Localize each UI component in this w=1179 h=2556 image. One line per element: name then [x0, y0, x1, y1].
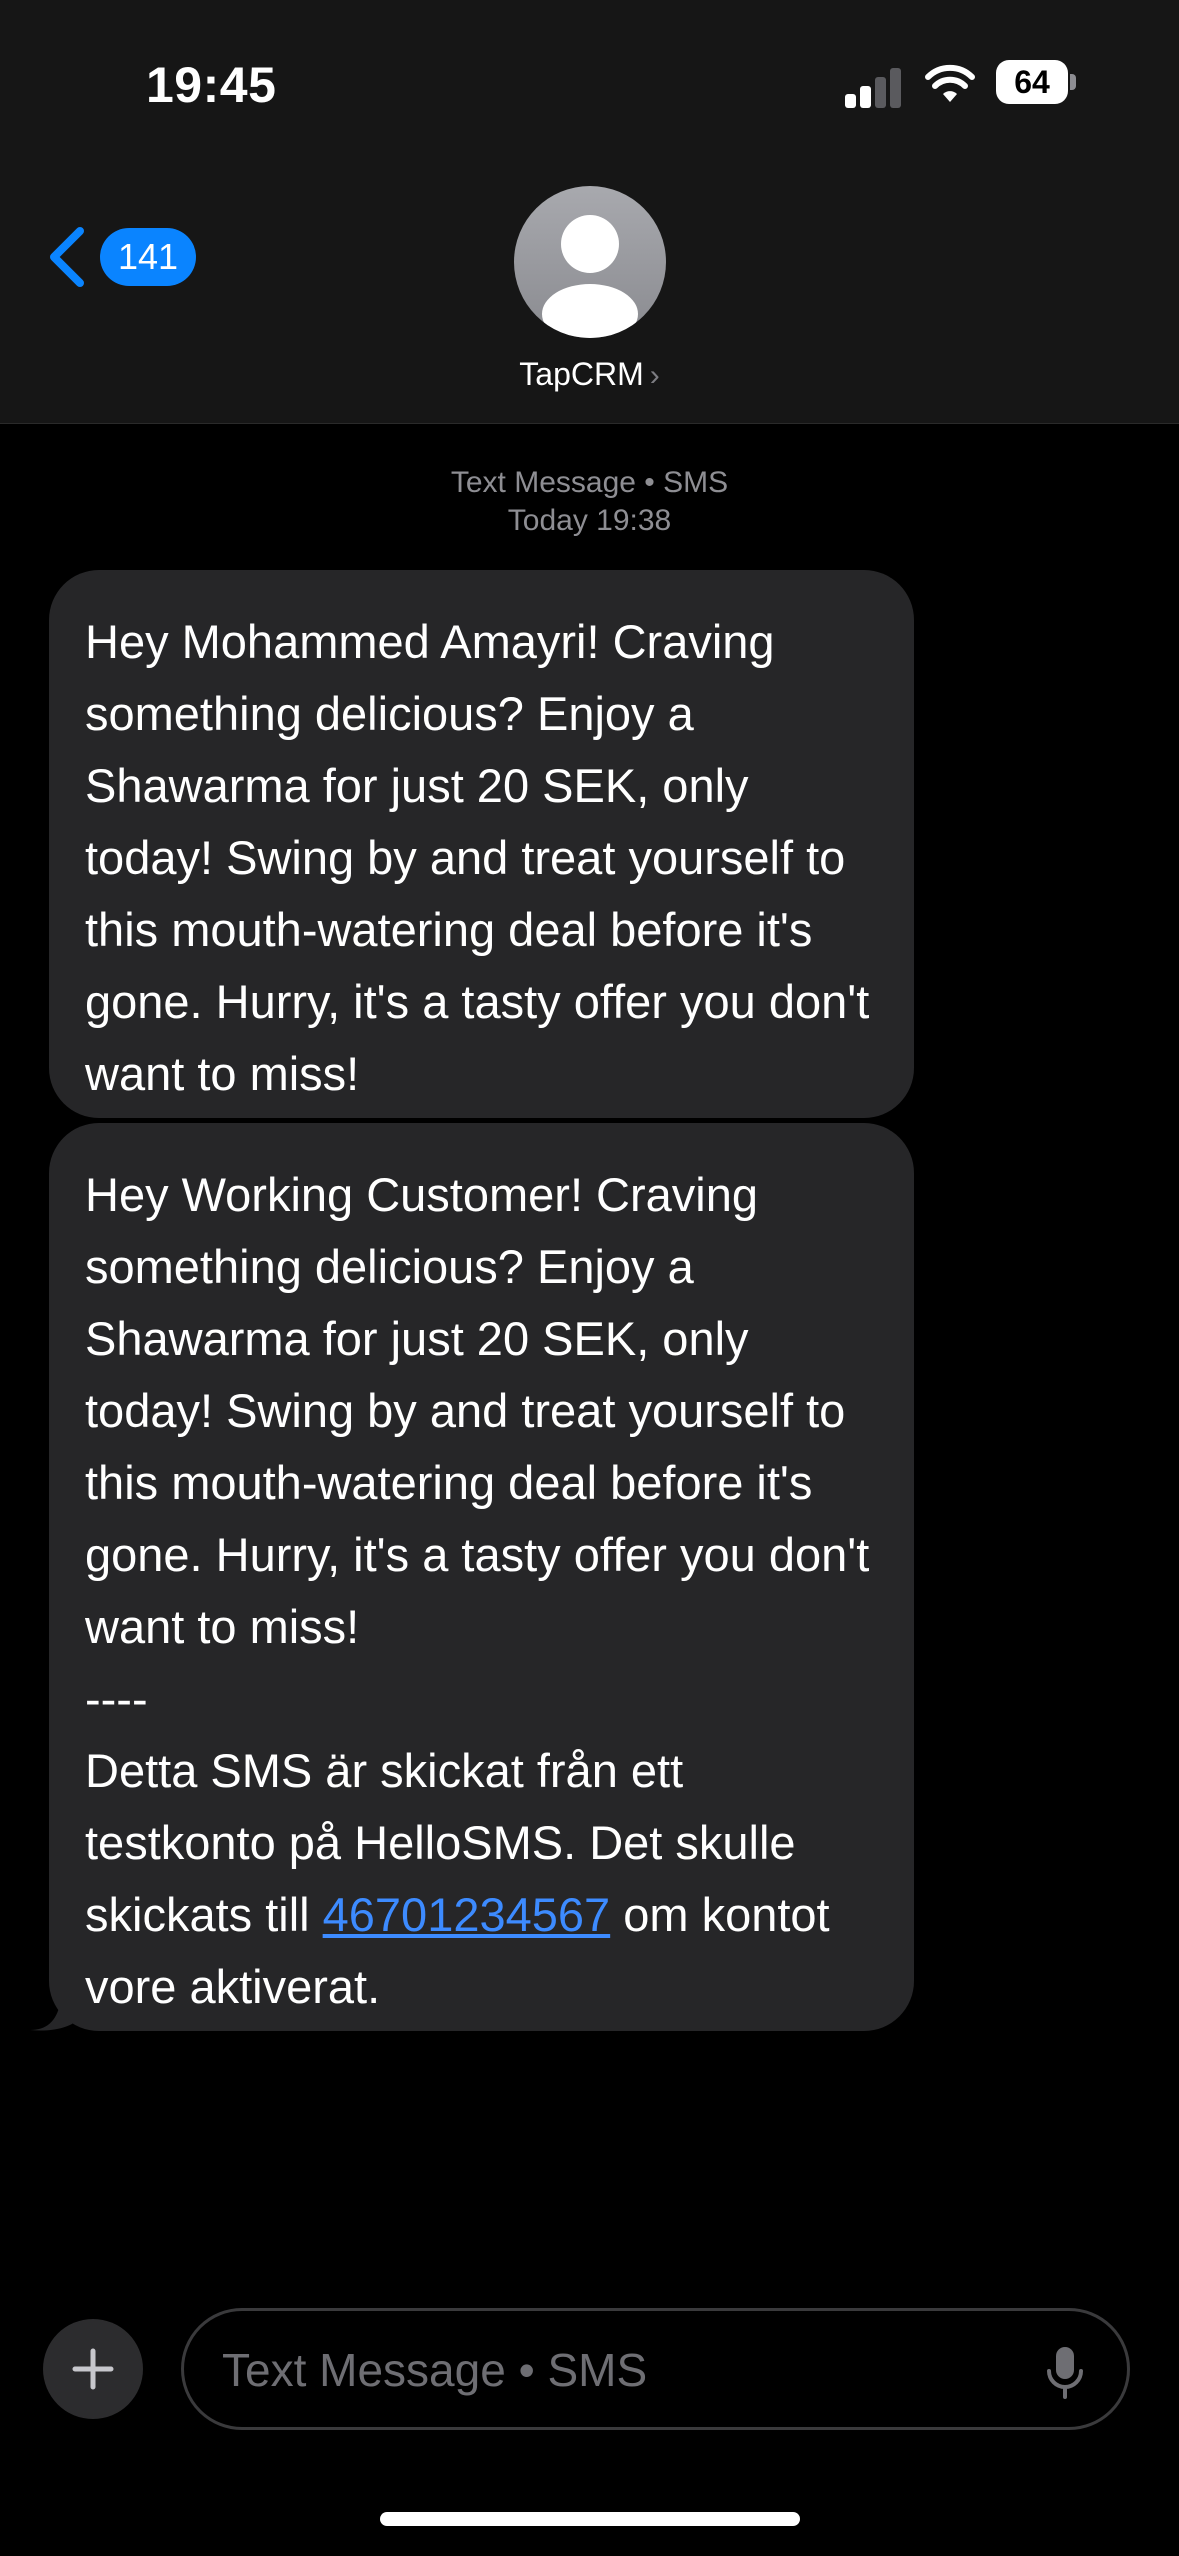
message-bubble[interactable]: Hey Working Customer! Craving something … [49, 1123, 914, 2031]
contact-name: TapCRM [519, 356, 644, 392]
unread-count-badge: 141 [100, 228, 197, 286]
message-text: Hey Working Customer! Craving something … [85, 1168, 883, 1653]
message-bubble[interactable]: Hey Mohammed Amayri! Craving something d… [49, 570, 914, 1118]
contact-name-button[interactable]: TapCRM › [0, 356, 1179, 393]
message-separator: ---- [85, 1672, 148, 1725]
signal-icon [845, 66, 903, 108]
add-attachment-button[interactable] [43, 2319, 143, 2419]
plus-icon [72, 2348, 114, 2390]
wifi-icon [925, 64, 975, 102]
back-button[interactable]: 141 [44, 222, 197, 292]
contact-avatar[interactable] [514, 186, 666, 338]
microphone-icon[interactable] [1044, 2345, 1086, 2401]
phone-number-link[interactable]: 46701234567 [323, 1888, 611, 1941]
battery-icon: 64 [996, 60, 1076, 104]
status-time: 19:45 [146, 57, 277, 113]
message-timestamp: Today 19:38 [507, 504, 672, 537]
navigation-header: 19:45 64 141 TapCRM › [0, 0, 1179, 424]
message-text: Hey Mohammed Amayri! Craving something d… [85, 615, 883, 1100]
chevron-left-icon [50, 227, 84, 287]
person-icon [542, 215, 638, 338]
message-type-label: Text Message • SMS [450, 466, 729, 499]
bubble-tail [30, 2004, 78, 2031]
battery-level: 64 [996, 60, 1068, 104]
message-input-container[interactable] [181, 2308, 1130, 2430]
conversation-meta: Text Message • SMS Today 19:38 [0, 464, 1179, 540]
chevron-right-icon: › [649, 359, 660, 392]
message-footer: Detta SMS är skickat från ett testkonto … [85, 1735, 878, 2023]
message-input[interactable] [220, 2311, 984, 2429]
home-indicator[interactable] [380, 2512, 800, 2526]
